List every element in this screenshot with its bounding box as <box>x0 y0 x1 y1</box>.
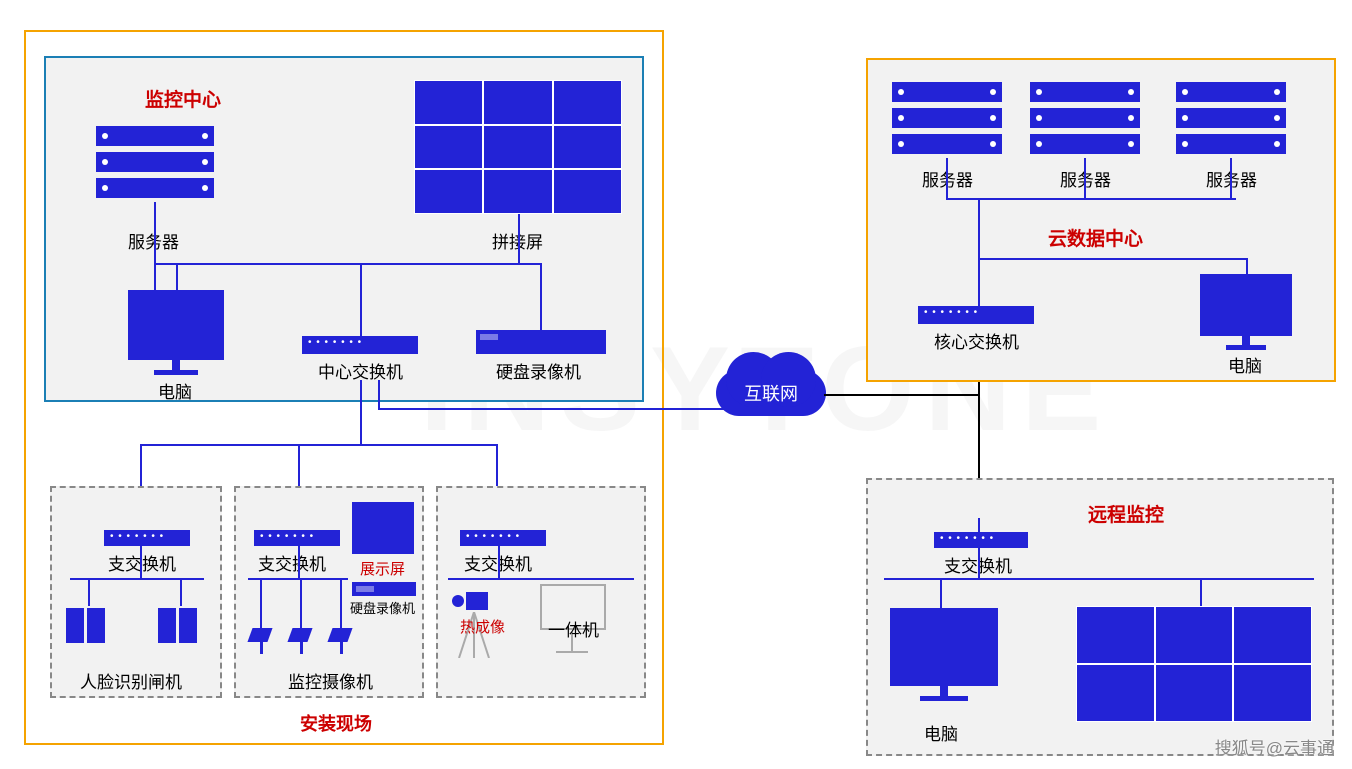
server-icon <box>96 126 214 204</box>
sub3-switch-icon <box>460 530 546 546</box>
display-icon <box>352 502 414 554</box>
pc-icon-cc <box>1200 274 1292 350</box>
sub2-switch-icon <box>254 530 340 546</box>
label-gate: 人脸识别闸机 <box>80 668 182 693</box>
wire <box>176 263 178 290</box>
wire <box>360 380 362 446</box>
label-display: 展示屏 <box>360 558 405 579</box>
wire <box>978 548 980 580</box>
label-pc-remote: 电脑 <box>924 720 958 745</box>
label-kiosk: 一体机 <box>548 616 599 641</box>
wire <box>1200 578 1202 608</box>
thermal-cam-icon <box>452 592 488 610</box>
core-switch-mc-icon <box>302 336 418 354</box>
wire <box>154 263 542 265</box>
wire-black <box>824 394 980 396</box>
watermark-text: 搜狐号@云事通 <box>1215 734 1334 759</box>
label-sub2-switch: 支交换机 <box>258 550 326 575</box>
cloud-label: 互联网 <box>744 380 798 406</box>
label-sub2-nvr: 硬盘录像机 <box>350 598 415 617</box>
zone-monitor-title: 监控中心 <box>145 85 221 112</box>
wire <box>540 263 542 330</box>
label-core-switch-cc: 核心交换机 <box>934 328 1019 353</box>
sub2-nvr-icon <box>352 582 416 596</box>
wire <box>360 263 362 336</box>
wire <box>1230 158 1232 198</box>
label-sub1-switch: 支交换机 <box>108 550 176 575</box>
wire <box>140 546 142 578</box>
camera-icon <box>290 628 310 654</box>
zone-remote-title: 远程监控 <box>1088 500 1164 527</box>
gate-icon <box>158 608 197 643</box>
wire <box>180 578 182 606</box>
wire <box>154 202 156 290</box>
wire <box>1246 258 1248 274</box>
wire <box>978 518 980 532</box>
label-cams: 监控摄像机 <box>288 668 373 693</box>
wire <box>70 578 204 580</box>
pc-icon-mc <box>128 290 224 375</box>
wire <box>140 444 498 446</box>
pc-icon-remote <box>890 608 998 701</box>
wire <box>518 214 520 263</box>
wire <box>946 198 1236 200</box>
wire <box>248 578 348 580</box>
zone-sub1 <box>50 486 222 698</box>
cloud-internet: 互联网 <box>716 370 826 416</box>
zone-install-title: 安装现场 <box>300 710 372 736</box>
wire <box>498 546 500 578</box>
wire <box>260 578 262 628</box>
wire <box>378 380 380 410</box>
videowall-remote-icon <box>1076 606 1312 722</box>
wire <box>884 578 1314 580</box>
remote-switch-icon <box>934 532 1028 548</box>
camera-icon <box>330 628 350 654</box>
server-icon <box>892 82 1002 160</box>
wire <box>88 578 90 606</box>
sub1-switch-icon <box>104 530 190 546</box>
label-pc-cc: 电脑 <box>1228 352 1262 377</box>
nvr-mc-icon <box>476 330 606 354</box>
wire <box>940 578 942 608</box>
wire <box>448 578 634 580</box>
server-icon <box>1176 82 1286 160</box>
wire <box>978 198 980 306</box>
label-nvr-mc: 硬盘录像机 <box>496 358 581 383</box>
wire <box>978 258 1248 260</box>
camera-icon <box>250 628 270 654</box>
videowall-icon <box>414 80 622 214</box>
core-switch-cc-icon <box>918 306 1034 324</box>
label-thermal: 热成像 <box>460 616 505 637</box>
wire <box>1084 158 1086 198</box>
gate-icon <box>66 608 105 643</box>
wire <box>946 158 948 198</box>
wire <box>340 578 342 628</box>
zone-cloud-title: 云数据中心 <box>1048 224 1143 251</box>
label-pc-mc: 电脑 <box>158 378 192 403</box>
server-icon <box>1030 82 1140 160</box>
wire <box>298 546 300 578</box>
wire <box>378 408 728 410</box>
wire <box>300 578 302 628</box>
